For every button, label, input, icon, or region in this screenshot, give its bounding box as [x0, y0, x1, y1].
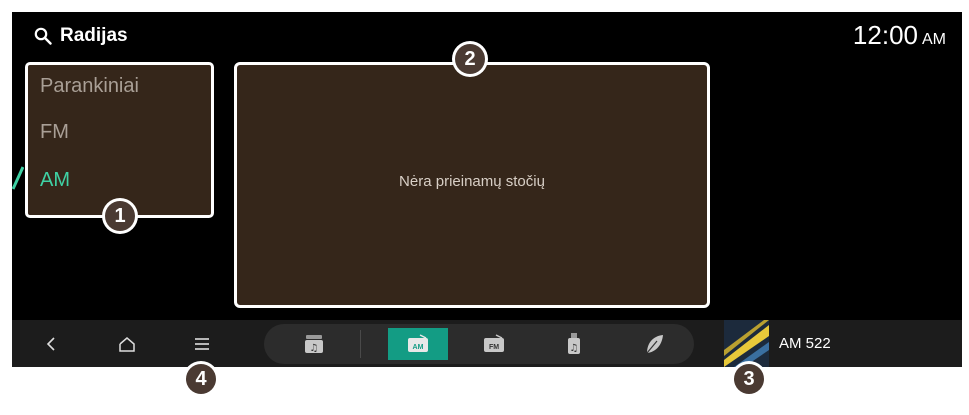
home-button[interactable]: [112, 329, 142, 359]
am-icon-label: AM: [413, 344, 424, 351]
empty-stations-message: Nėra prieinamų stočių: [399, 173, 545, 190]
home-icon: [119, 337, 135, 352]
am-radio-icon: AM: [408, 334, 428, 352]
infotainment-screen: Radijas 12:00 AM Parankiniai FM AM Nėra p…: [12, 12, 962, 367]
source-usb-button[interactable]: ♫: [554, 328, 594, 360]
clock-time: 12:00: [852, 20, 918, 50]
source-am-button[interactable]: AM: [388, 328, 448, 360]
station-list-panel: Nėra prieinamų stočių: [234, 62, 710, 308]
now-playing-label: AM 522: [779, 335, 831, 352]
fm-icon-label: FM: [489, 344, 499, 351]
menu-item-fm[interactable]: FM: [40, 121, 69, 144]
callout-4-number: 4: [186, 364, 216, 394]
radio-art-icon: [724, 320, 769, 367]
menu-button[interactable]: [187, 329, 217, 359]
media-icon: ♫: [305, 335, 323, 354]
selection-indicator-icon: [12, 166, 24, 190]
fm-radio-icon: FM: [484, 334, 504, 352]
callout-2-number: 2: [455, 44, 485, 74]
page-title: Radijas: [60, 25, 128, 46]
usb-music-icon: ♫: [568, 333, 580, 354]
clock: 12:00 AM: [853, 20, 946, 51]
source-leaf-button[interactable]: [634, 328, 674, 360]
back-button[interactable]: [36, 329, 66, 359]
leaf-music-icon: [646, 335, 663, 354]
back-icon: [46, 337, 55, 351]
callout-1: 1: [102, 198, 138, 234]
callout-3: 3: [731, 361, 767, 397]
band-menu: Parankiniai FM AM: [25, 62, 214, 218]
source-fm-button[interactable]: FM: [474, 328, 514, 360]
callout-2: 2: [452, 41, 488, 77]
svg-text:♫: ♫: [570, 343, 579, 354]
callout-1-number: 1: [105, 201, 135, 231]
source-media-button[interactable]: ♫: [294, 328, 334, 360]
menu-icon: [195, 338, 209, 350]
clock-ampm: AM: [922, 31, 946, 48]
search-header[interactable]: Radijas: [34, 24, 128, 48]
menu-item-favorites[interactable]: Parankiniai: [40, 75, 139, 98]
menu-item-am[interactable]: AM: [40, 169, 70, 192]
callout-4: 4: [183, 361, 219, 397]
source-tray: ♫ AM FM ♫: [264, 324, 694, 364]
bottom-bar: ♫ AM FM ♫ AM 522: [12, 320, 962, 367]
now-playing[interactable]: AM 522: [724, 320, 831, 367]
svg-text:♫: ♫: [310, 343, 319, 354]
search-icon[interactable]: [34, 27, 52, 45]
callout-3-number: 3: [734, 364, 764, 394]
tray-divider: [360, 330, 361, 358]
